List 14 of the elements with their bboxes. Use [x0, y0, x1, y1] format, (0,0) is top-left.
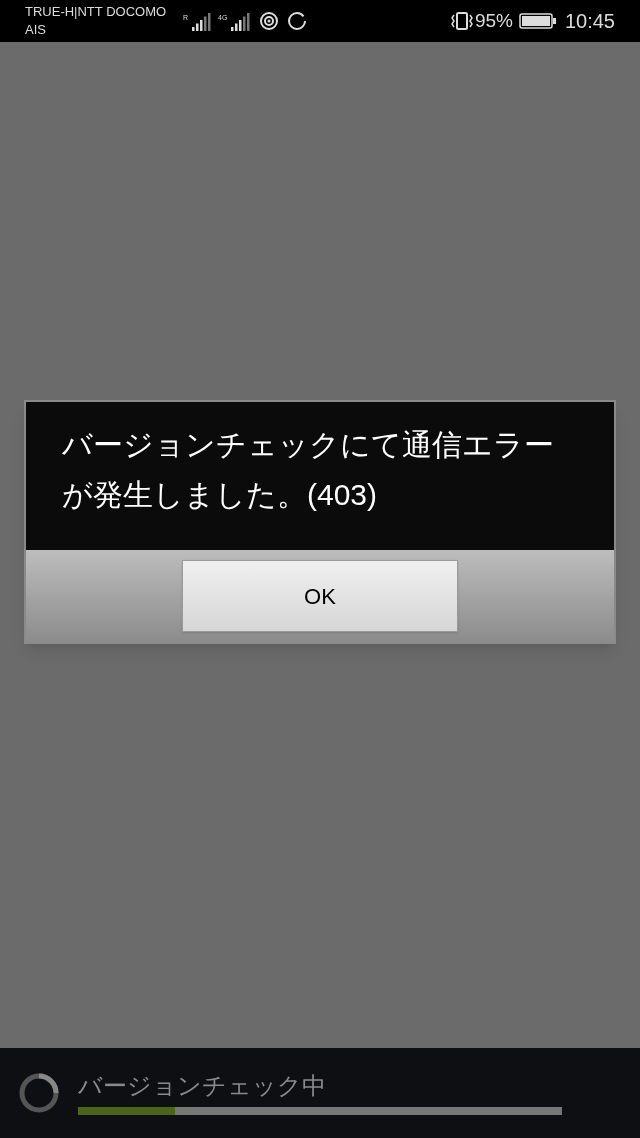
clock: 10:45 — [564, 9, 615, 34]
vibrate-icon — [450, 11, 473, 31]
ok-button[interactable]: OK — [182, 560, 458, 632]
hotspot-icon — [259, 11, 280, 31]
carrier-name: TRUE-H|NTT DOCOMO — [25, 3, 168, 21]
signal-icon — [231, 13, 252, 31]
spinner-icon — [18, 1072, 60, 1114]
battery-percent: 95% — [474, 8, 513, 33]
carrier-name: AIS — [25, 21, 47, 39]
signal-icon — [192, 13, 213, 31]
progress-label: バージョンチェック中 — [78, 1071, 327, 1101]
error-message: バージョンチェックにて通信エラーが発生しました。(403) — [62, 427, 555, 513]
loading-icon — [287, 11, 308, 31]
battery-icon — [518, 12, 557, 30]
